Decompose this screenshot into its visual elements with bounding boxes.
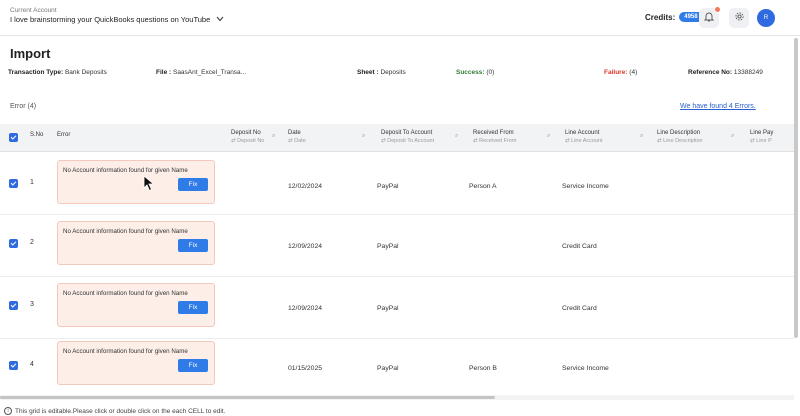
page-title: Import	[10, 46, 51, 61]
search-icon[interactable]: ⌕	[731, 133, 734, 140]
row-checkbox[interactable]	[9, 239, 18, 248]
notification-dot	[714, 6, 721, 13]
success-value: (0)	[486, 69, 495, 76]
error-heading: Error (4)	[10, 103, 36, 110]
mouse-cursor-icon	[143, 175, 155, 197]
success-info: Success: (0)	[456, 69, 494, 76]
header-line-pay[interactable]: Line Pay ⇄ Line P	[750, 130, 773, 144]
import-error-grid: S.No Error Deposit No ⇄ Deposit No ⌕ Date…	[0, 124, 794, 394]
sheet-info: Sheet : Deposits	[357, 69, 406, 76]
error-message: No Account information found for given N…	[63, 290, 188, 297]
fix-button[interactable]: Fix	[178, 178, 208, 191]
search-icon[interactable]: ⌕	[547, 133, 550, 140]
fix-button[interactable]: Fix	[178, 239, 208, 252]
cell-line-account[interactable]: Service Income	[562, 183, 609, 190]
failure-value: (4)	[629, 69, 638, 76]
cell-received-from[interactable]: Person A	[469, 183, 497, 190]
current-account-label: Current Account	[10, 7, 57, 14]
error-message: No Account information found for given N…	[63, 228, 188, 235]
cell-date[interactable]: 12/09/2024	[288, 305, 322, 312]
reference-value: 13388249	[733, 69, 763, 76]
reference-info: Reference No: 13388249	[688, 69, 763, 76]
chevron-down-icon	[216, 15, 224, 24]
cell-line-account[interactable]: Credit Card	[562, 243, 597, 250]
transaction-type: Transaction Type: Bank Deposits	[8, 69, 107, 76]
search-icon[interactable]: ⌕	[272, 133, 275, 140]
header-sno[interactable]: S.No	[30, 132, 43, 138]
error-message-box: No Account information found for given N…	[57, 221, 215, 265]
table-row[interactable]: 4 No Account information found for given…	[0, 339, 794, 394]
transaction-type-label: Transaction Type:	[8, 69, 64, 76]
row-sno: 3	[30, 301, 34, 308]
error-message: No Account information found for given N…	[63, 167, 188, 174]
cell-date[interactable]: 12/09/2024	[288, 243, 322, 250]
error-message: No Account information found for given N…	[63, 348, 188, 355]
table-row[interactable]: 2 No Account information found for given…	[0, 215, 794, 277]
error-heading-count: (4)	[27, 103, 37, 110]
header-received-from[interactable]: Received From ⇄ Received From	[473, 130, 516, 144]
credits-label: Credits:	[645, 12, 676, 22]
cell-line-account[interactable]: Service Income	[562, 365, 609, 372]
row-checkbox[interactable]	[9, 301, 18, 310]
failure-info: Failure: (4)	[604, 69, 637, 76]
success-label: Success:	[456, 69, 485, 76]
info-icon: i	[4, 407, 12, 415]
user-avatar[interactable]: R	[757, 9, 775, 27]
errors-found-link[interactable]: We have found 4 Errors.	[680, 103, 756, 110]
cell-deposit-to-account[interactable]: PayPal	[377, 305, 399, 312]
cell-deposit-to-account[interactable]: PayPal	[377, 243, 399, 250]
file-info: File : SaasAnt_Excel_Transa...	[156, 69, 246, 76]
fix-button[interactable]: Fix	[178, 359, 208, 372]
cell-line-account[interactable]: Credit Card	[562, 305, 597, 312]
row-sno: 4	[30, 361, 34, 368]
error-heading-label: Error	[10, 103, 26, 110]
select-all-checkbox[interactable]	[9, 133, 18, 142]
horizontal-scrollbar-thumb[interactable]	[0, 396, 495, 399]
cell-date[interactable]: 12/02/2024	[288, 183, 322, 190]
account-selector[interactable]: I love brainstorming your QuickBooks que…	[10, 15, 224, 24]
file-label: File :	[156, 69, 172, 76]
settings-button[interactable]	[729, 8, 749, 28]
row-checkbox[interactable]	[9, 361, 18, 370]
header-line-account[interactable]: Line Account ⇄ Line Account	[565, 130, 603, 144]
cell-deposit-to-account[interactable]: PayPal	[377, 183, 399, 190]
credits-display: Credits: 4958	[645, 12, 703, 22]
header-date[interactable]: Date ⇄ Date	[288, 130, 306, 144]
search-icon[interactable]: ⌕	[455, 133, 458, 140]
cell-deposit-to-account[interactable]: PayPal	[377, 365, 399, 372]
row-sno: 2	[30, 239, 34, 246]
header-error[interactable]: Error	[57, 132, 70, 138]
error-message-box: No Account information found for given N…	[57, 283, 215, 327]
fix-button[interactable]: Fix	[178, 301, 208, 314]
bell-icon	[703, 9, 715, 27]
search-icon[interactable]: ⌕	[362, 133, 365, 140]
cell-date[interactable]: 01/15/2025	[288, 365, 322, 372]
error-message-box: No Account information found for given N…	[57, 160, 215, 204]
row-checkbox[interactable]	[9, 179, 18, 188]
reference-label: Reference No:	[688, 69, 733, 76]
row-sno: 1	[30, 179, 34, 186]
header-deposit-no[interactable]: Deposit No ⇄ Deposit No	[231, 130, 264, 144]
failure-label: Failure:	[604, 69, 628, 76]
account-name: I love brainstorming your QuickBooks que…	[10, 15, 211, 24]
editable-grid-note: i This grid is editable.Please click or …	[4, 407, 225, 415]
header-line-description[interactable]: Line Description ⇄ Line Description	[657, 130, 703, 144]
sheet-value: Deposits	[380, 69, 406, 76]
sheet-label: Sheet :	[357, 69, 379, 76]
table-row[interactable]: 1 No Account information found for given…	[0, 153, 794, 215]
table-row[interactable]: 3 No Account information found for given…	[0, 277, 794, 339]
file-value: SaasAnt_Excel_Transa...	[172, 69, 247, 76]
header-deposit-to-account[interactable]: Deposit To Account ⇄ Deposit To Account	[381, 130, 434, 144]
notifications-button[interactable]	[699, 6, 721, 28]
top-bar: Current Account I love brainstorming you…	[0, 0, 800, 36]
search-icon[interactable]: ⌕	[640, 133, 643, 140]
cell-received-from[interactable]: Person B	[469, 365, 497, 372]
gear-icon	[734, 9, 745, 27]
vertical-scrollbar[interactable]	[794, 38, 798, 338]
grid-header: S.No Error Deposit No ⇄ Deposit No ⌕ Date…	[0, 124, 794, 152]
transaction-type-value: Bank Deposits	[64, 69, 107, 76]
error-message-box: No Account information found for given N…	[57, 341, 215, 385]
editable-grid-note-text: This grid is editable.Please click or do…	[15, 407, 226, 415]
